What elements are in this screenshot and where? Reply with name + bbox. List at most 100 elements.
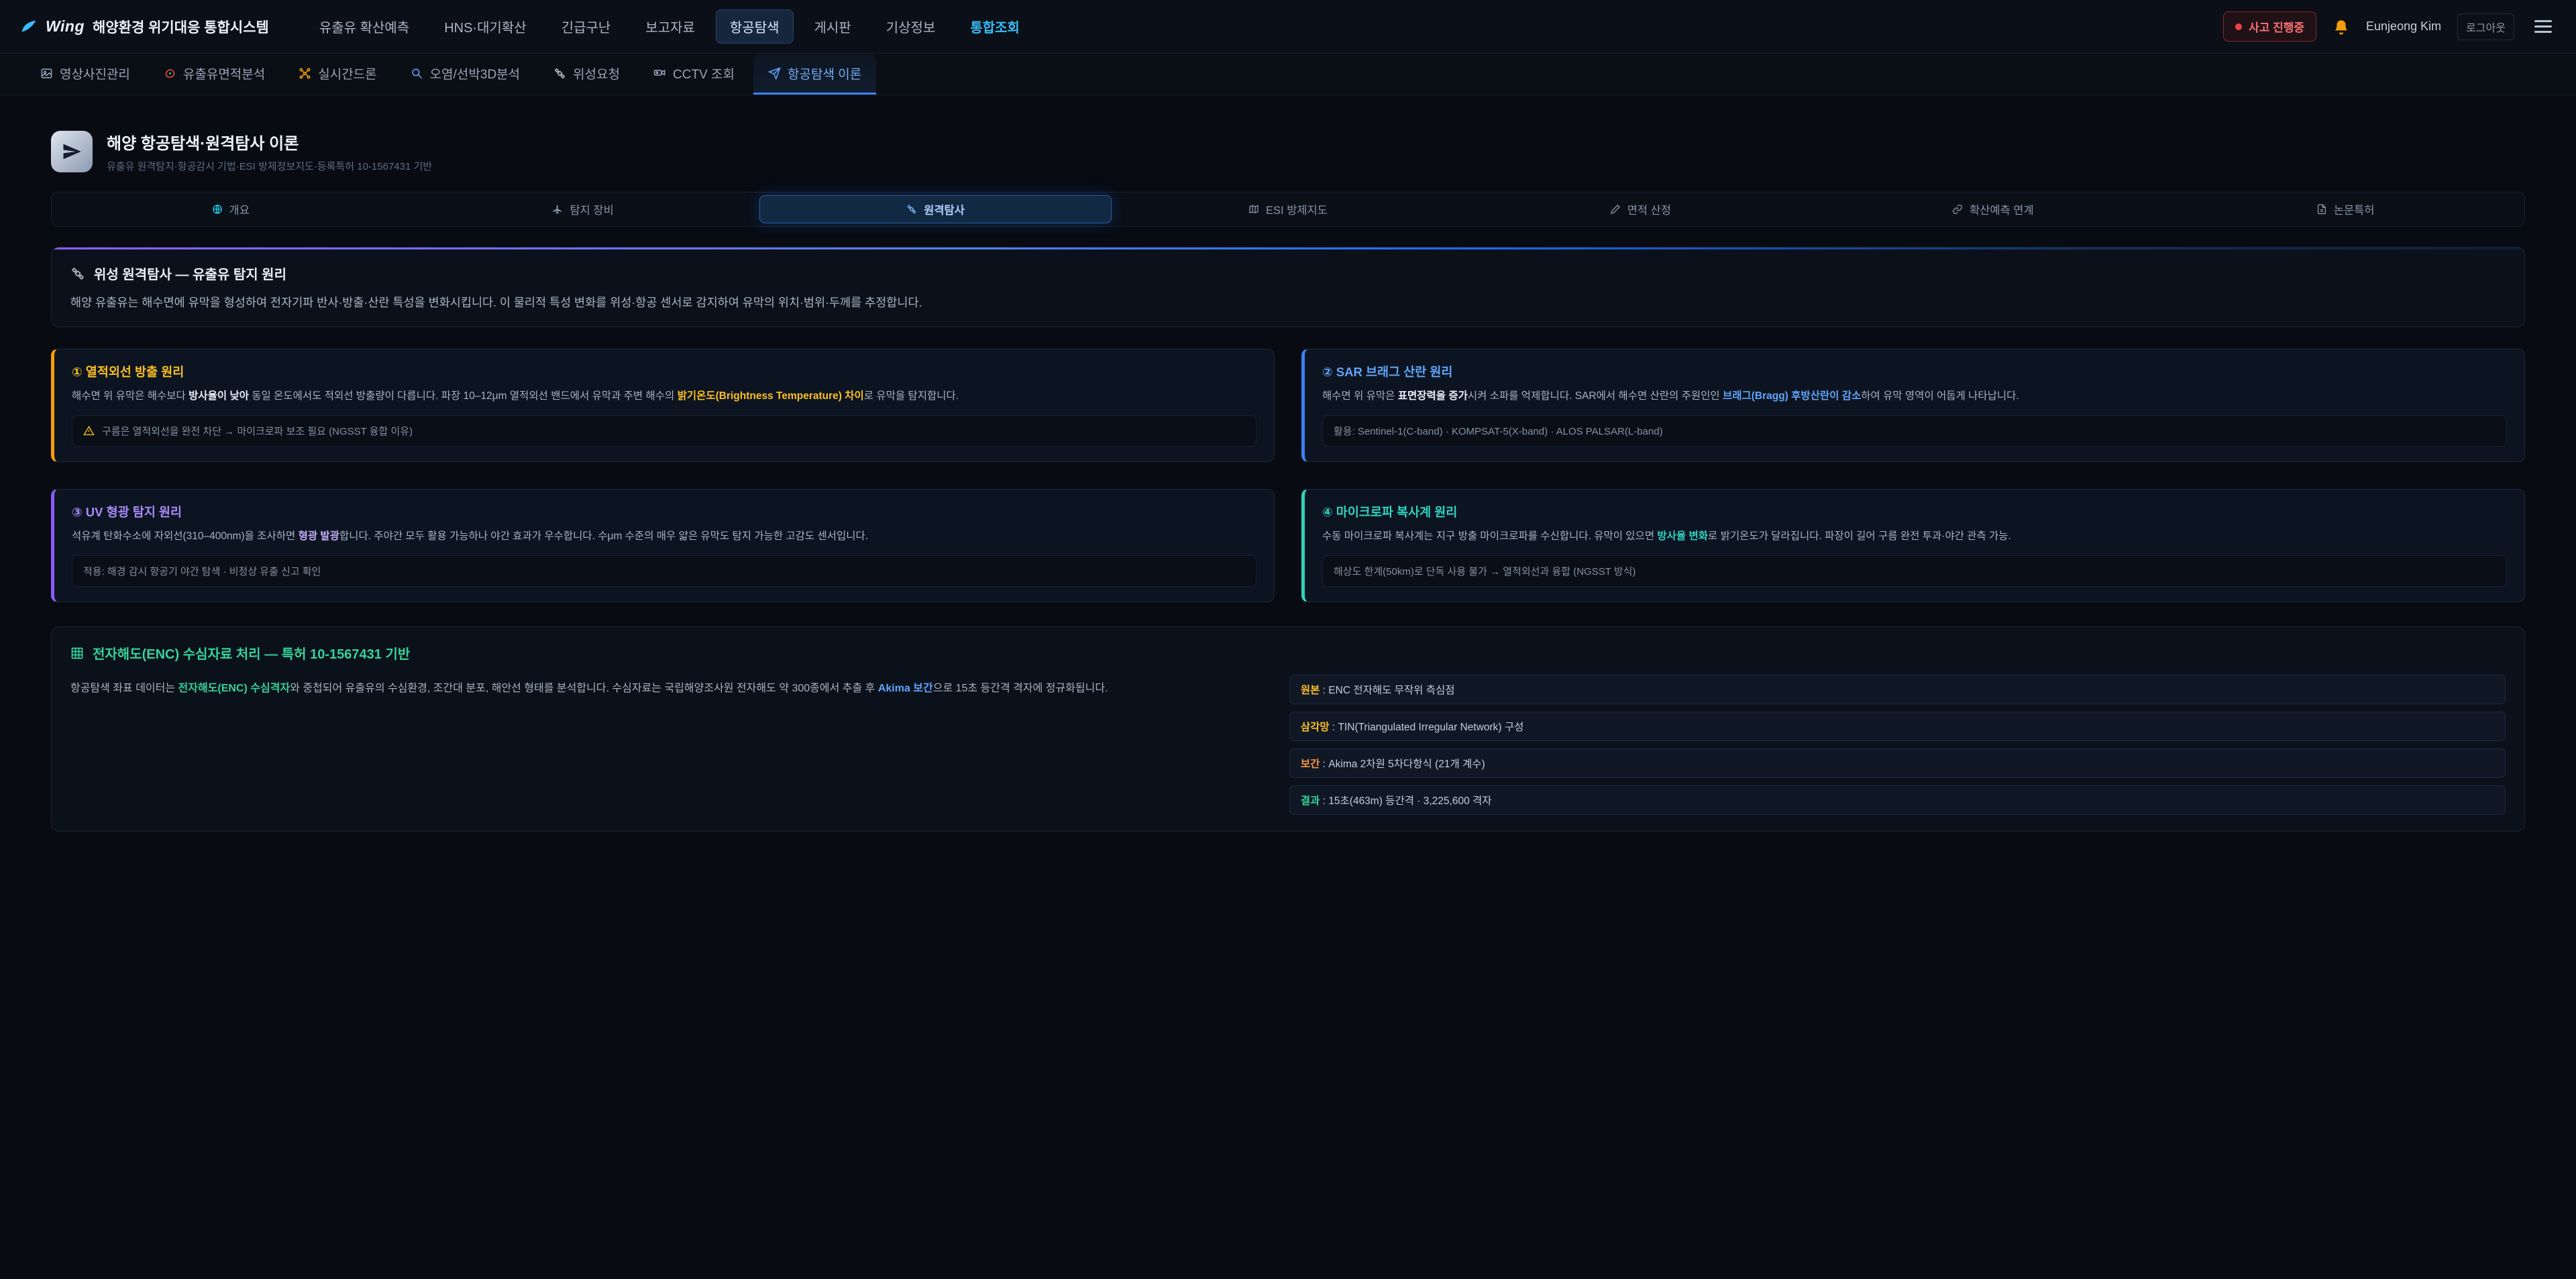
menu-item-integrated-search[interactable]: 통합조회 [956, 9, 1034, 44]
menu-item-emergency-rescue[interactable]: 긴급구난 [547, 9, 625, 44]
subnav-item-oil-area-analysis[interactable]: 유출유면적분석 [149, 54, 280, 95]
sub-navigation: 영상사진관리 유출유면적분석 실시간드론 오염/선박3D분석 위성요청 [0, 54, 2576, 95]
tab-remote-sensing[interactable]: 원격탐사 [759, 195, 1112, 223]
card-note: 적용: 해경 감시 항공기 야간 탐색 · 비정상 유출 신고 확인 [72, 555, 1256, 587]
subnav-item-satellite-request[interactable]: 위성요청 [539, 54, 635, 95]
card-title: ③ UV 형광 탐지 원리 [72, 503, 1256, 520]
incident-badge-label: 사고 진행중 [2249, 18, 2304, 35]
tab-label: 논문특허 [2334, 201, 2375, 217]
tab-label: 개요 [229, 201, 250, 217]
menu-item-board[interactable]: 게시판 [800, 9, 865, 44]
card-microwave-radiometer: ④ 마이크로파 복사계 원리 수동 마이크로파 복사계는 지구 방출 마이크로파… [1301, 489, 2525, 602]
enc-row-label: 결과 [1301, 795, 1328, 807]
tab-area-calculation[interactable]: 면적 산정 [1464, 195, 1817, 223]
user-name: Eunjeong Kim [2366, 19, 2441, 34]
menu-item-hns-diffusion[interactable]: HNS·대기확산 [430, 9, 541, 44]
warning-icon [83, 425, 95, 437]
paper-plane-icon [768, 67, 781, 80]
globe-icon [212, 204, 223, 215]
card-note-text: 해상도 한계(50km)로 단독 사용 불가 → 열적외선과 융합 (NGSST… [1334, 564, 1635, 578]
card-note: 활용: Sentinel-1(C-band) · KOMPSAT-5(X-ban… [1322, 415, 2507, 447]
subnav-item-aerial-theory[interactable]: 항공탐색 이론 [753, 54, 876, 95]
enc-row-result: 결과15초(463m) 등간격 · 3,225,600 격자 [1289, 785, 2506, 815]
subnav-item-cctv[interactable]: CCTV 조회 [639, 54, 749, 95]
remote-sensing-panel: 위성 원격탐사 — 유출유 탐지 원리 해양 유출유는 해수면에 유막을 형성하… [51, 247, 2525, 327]
top-navigation: Wing 해양환경 위기대응 통합시스템 유출유 확산예측 HNS·대기확산 긴… [0, 0, 2576, 54]
magnifier-icon [411, 67, 423, 80]
subnav-item-label: 실시간드론 [318, 64, 376, 82]
card-body: 수동 마이크로파 복사계는 지구 방출 마이크로파를 수신합니다. 유막이 있으… [1322, 529, 2507, 545]
enc-heading: 전자해도(ENC) 수심자료 처리 — 특허 10-1567431 기반 [70, 643, 2506, 663]
card-body: 해수면 위 유막은 표면장력을 증가시켜 소파를 억제합니다. SAR에서 해수… [1322, 388, 2507, 404]
menu-item-reports[interactable]: 보고자료 [631, 9, 709, 44]
subnav-item-pollution-3d[interactable]: 오염/선박3D분석 [396, 54, 535, 95]
subnav-item-label: 영상사진관리 [60, 64, 130, 82]
tab-label: ESI 방제지도 [1266, 201, 1328, 217]
tab-esi-map[interactable]: ESI 방제지도 [1112, 195, 1464, 223]
tab-overview[interactable]: 개요 [54, 195, 407, 223]
page-header-plane-icon [51, 131, 93, 172]
enc-row-interpolation: 보간Akima 2차원 5차다항식 (21개 계수) [1289, 748, 2506, 778]
system-title: 해양환경 위기대응 통합시스템 [93, 17, 269, 37]
main-menu: 유출유 확산예측 HNS·대기확산 긴급구난 보고자료 항공탐색 게시판 기상정… [305, 9, 1034, 44]
subnav-item-image-management[interactable]: 영상사진관리 [25, 54, 145, 95]
card-note: 해상도 한계(50km)로 단독 사용 불가 → 열적외선과 융합 (NGSST… [1322, 555, 2507, 587]
remote-sensing-heading: 위성 원격탐사 — 유출유 탐지 원리 [70, 264, 2506, 283]
grid-icon [70, 647, 84, 660]
enc-title: 전자해도(ENC) 수심자료 처리 — 특허 10-1567431 기반 [93, 643, 410, 663]
page-subtitle: 유출유 원격탐지·항공감시 기법·ESI 방제정보지도·등록특허 10-1567… [107, 159, 432, 173]
main-content: 해양 항공탐색·원격탐사 이론 유출유 원격탐지·항공감시 기법·ESI 방제정… [0, 95, 2576, 832]
remote-sensing-title: 위성 원격탐사 — 유출유 탐지 원리 [94, 264, 286, 283]
page-title: 해양 항공탐색·원격탐사 이론 [107, 130, 432, 154]
content-tabbar: 개요 탐지 장비 원격탐사 ESI 방제지도 [51, 192, 2525, 227]
subnav-item-realtime-drone[interactable]: 실시간드론 [284, 54, 391, 95]
enc-row-label: 삼각망 [1301, 722, 1338, 733]
logout-button[interactable]: 로그아웃 [2457, 13, 2514, 40]
card-sar-bragg: ② SAR 브래그 산란 원리 해수면 위 유막은 표면장력을 증가시켜 소파를… [1301, 349, 2525, 462]
tab-prediction-link[interactable]: 확산예측 연계 [1817, 195, 2169, 223]
tab-detection-equipment[interactable]: 탐지 장비 [407, 195, 759, 223]
card-note-text: 활용: Sentinel-1(C-band) · KOMPSAT-5(X-ban… [1334, 424, 1663, 438]
card-note-text: 구름은 열적외선을 완전 차단 → 마이크로파 보조 필요 (NGSST 융합 … [102, 424, 413, 438]
enc-description: 항공탐색 좌표 데이터는 전자해도(ENC) 수심격자와 중첩되어 유출유의 수… [70, 675, 1229, 698]
map-icon [1248, 204, 1259, 215]
hamburger-menu-icon[interactable] [2530, 15, 2556, 38]
wing-logo-icon [20, 18, 38, 36]
subnav-item-label: 유출유면적분석 [183, 64, 265, 82]
enc-bathymetry-panel: 전자해도(ENC) 수심자료 처리 — 특허 10-1567431 기반 항공탐… [51, 626, 2525, 832]
brand[interactable]: Wing 해양환경 위기대응 통합시스템 [20, 17, 269, 37]
principle-cards: ① 열적외선 방출 원리 해수면 위 유막은 해수보다 방사율이 낮아 동일 온… [51, 349, 2525, 602]
tab-papers-patents[interactable]: 논문특허 [2169, 195, 2522, 223]
card-body: 석유계 탄화수소에 자외선(310–400nm)을 조사하면 형광 발광합니다.… [72, 529, 1256, 545]
enc-row-tin: 삼각망TIN(Triangulated Irregular Network) 구… [1289, 712, 2506, 741]
pencil-icon [1610, 204, 1621, 215]
enc-row-label: 원본 [1301, 685, 1328, 696]
photo-icon [40, 67, 53, 80]
topnav-right: 사고 진행중 Eunjeong Kim 로그아웃 [2223, 11, 2556, 42]
enc-content: 항공탐색 좌표 데이터는 전자해도(ENC) 수심격자와 중첩되어 유출유의 수… [70, 675, 2506, 815]
menu-item-aerial-search[interactable]: 항공탐색 [716, 9, 794, 44]
page-header: 해양 항공탐색·원격탐사 이론 유출유 원격탐지·항공감시 기법·ESI 방제정… [51, 130, 2525, 173]
document-icon [2316, 204, 2327, 215]
enc-process-rows: 원본ENC 전자해도 무작위 측심점 삼각망TIN(Triangulated I… [1289, 675, 2506, 815]
subnav-item-label: 항공탐색 이론 [788, 64, 861, 82]
tab-label: 확산예측 연계 [1970, 201, 2034, 217]
enc-row-source: 원본ENC 전자해도 무작위 측심점 [1289, 675, 2506, 704]
brand-mark: Wing [46, 17, 85, 36]
notification-bell-icon[interactable] [2332, 18, 2350, 36]
satellite-icon [553, 67, 566, 80]
page-header-text: 해양 항공탐색·원격탐사 이론 유출유 원격탐지·항공감시 기법·ESI 방제정… [107, 130, 432, 173]
enc-row-value: ENC 전자해도 무작위 측심점 [1328, 685, 1454, 696]
satellite-icon [70, 266, 85, 281]
card-title: ② SAR 브래그 산란 원리 [1322, 363, 2507, 380]
subnav-item-label: 위성요청 [573, 64, 620, 82]
satellite-icon [906, 204, 917, 215]
menu-item-weather-info[interactable]: 기상정보 [872, 9, 950, 44]
remote-sensing-description: 해양 유출유는 해수면에 유막을 형성하여 전자기파 반사·방출·산란 특성을 … [70, 294, 2506, 311]
plane-icon [552, 204, 563, 215]
card-body: 해수면 위 유막은 해수보다 방사율이 낮아 동일 온도에서도 적외선 방출량이… [72, 388, 1256, 404]
enc-row-value: Akima 2차원 5차다항식 (21개 계수) [1328, 759, 1485, 770]
enc-row-label: 보간 [1301, 759, 1328, 770]
incident-status-badge[interactable]: 사고 진행중 [2223, 11, 2316, 42]
menu-item-spill-prediction[interactable]: 유출유 확산예측 [305, 9, 423, 44]
